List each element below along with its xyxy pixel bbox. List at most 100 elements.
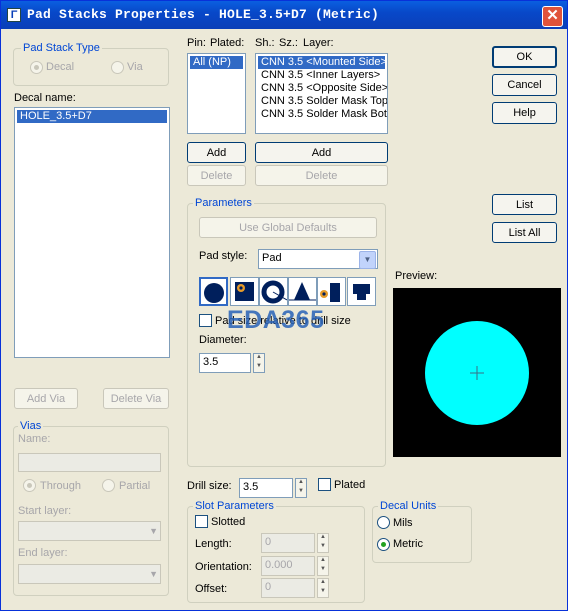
- decal-radio[interactable]: [30, 61, 43, 74]
- via-radio-label: Via: [127, 61, 143, 73]
- close-button[interactable]: ✕: [542, 6, 563, 27]
- offset-label: Offset:: [195, 583, 228, 595]
- chevron-down-icon: ▼: [149, 569, 158, 579]
- thermal-pad-button[interactable]: [347, 277, 376, 306]
- add-via-button[interactable]: Add Via: [14, 388, 78, 409]
- pad-preview-graphic: [425, 321, 529, 425]
- end-layer-label: End layer:: [18, 547, 68, 559]
- plated-label: Plated: [334, 479, 366, 491]
- thermal-pad-icon: [353, 284, 370, 300]
- list-item[interactable]: CNN 3.5 Solder Mask Top: [258, 95, 387, 108]
- through-radio-label: Through: [40, 480, 81, 492]
- via-name-input[interactable]: [18, 453, 161, 472]
- use-global-defaults-button[interactable]: Use Global Defaults: [199, 217, 377, 238]
- radio-dot-icon: [381, 542, 386, 547]
- chevron-up-icon: ▲: [320, 579, 326, 585]
- plated-header: Plated:: [210, 37, 245, 49]
- mils-radio[interactable]: [377, 516, 390, 529]
- pin-header: Pin:: [187, 37, 206, 49]
- decal-name-label: Decal name:: [14, 92, 76, 104]
- list-item[interactable]: CNN 3.5 <Inner Layers>: [258, 69, 385, 82]
- title-bar[interactable]: Γ Pad Stacks Properties - HOLE_3.5+D7 (M…: [1, 1, 567, 29]
- metric-radio[interactable]: [377, 538, 390, 551]
- chevron-down-icon: ▼: [256, 363, 262, 369]
- start-layer-select[interactable]: ▼: [18, 521, 161, 541]
- list-item[interactable]: CNN 3.5 Solder Mask Botto: [258, 108, 387, 121]
- pin-list[interactable]: All (NP): [187, 53, 246, 134]
- add-layer-button[interactable]: Add: [255, 142, 388, 163]
- oval-pad-icon: [289, 282, 316, 301]
- decal-units-title: Decal Units: [378, 500, 439, 512]
- round-pad-button[interactable]: [199, 277, 228, 306]
- chevron-down-icon: ▼: [320, 543, 326, 549]
- diameter-input[interactable]: 3.5: [199, 353, 251, 373]
- list-item[interactable]: CNN 3.5 <Mounted Side>: [258, 56, 387, 69]
- drill-size-stepper[interactable]: ▲ ▼: [295, 478, 307, 498]
- help-button[interactable]: Help: [492, 102, 557, 124]
- slotted-checkbox[interactable]: [195, 515, 208, 528]
- list-item[interactable]: HOLE_3.5+D7: [17, 110, 167, 123]
- length-input[interactable]: 0: [261, 533, 315, 553]
- sh-header: Sh.:: [255, 37, 275, 49]
- watermark-text: EDA365: [227, 306, 325, 334]
- pad-stack-type-title: Pad Stack Type: [21, 42, 102, 54]
- start-layer-label: Start layer:: [18, 505, 72, 517]
- oval-pad-button[interactable]: [288, 277, 317, 306]
- orientation-stepper[interactable]: ▲ ▼: [317, 556, 329, 576]
- window-title: Pad Stacks Properties - HOLE_3.5+D7 (Met…: [27, 7, 380, 22]
- offset-input[interactable]: 0: [261, 578, 315, 598]
- chevron-down-icon: ▼: [320, 588, 326, 594]
- mils-label: Mils: [393, 517, 413, 529]
- diameter-stepper[interactable]: ▲ ▼: [253, 353, 265, 373]
- annular-pad-button[interactable]: [259, 277, 288, 306]
- orientation-input[interactable]: 0.000: [261, 556, 315, 576]
- list-button[interactable]: List: [492, 194, 557, 215]
- close-icon: ✕: [546, 7, 559, 24]
- chevron-up-icon: ▲: [298, 479, 304, 485]
- offset-stepper[interactable]: ▲ ▼: [317, 578, 329, 598]
- annular-pad-icon: [261, 280, 287, 304]
- list-all-button[interactable]: List All: [492, 222, 557, 243]
- plated-checkbox[interactable]: [318, 478, 331, 491]
- chevron-up-icon: ▲: [320, 557, 326, 563]
- rectangle-pad-icon: [320, 283, 340, 302]
- parameters-title: Parameters: [193, 197, 254, 209]
- layer-list[interactable]: CNN 3.5 <Mounted Side> CNN 3.5 <Inner La…: [255, 53, 388, 134]
- radio-dot-icon: [34, 65, 39, 70]
- pad-relative-checkbox[interactable]: [199, 314, 212, 327]
- partial-radio[interactable]: [102, 479, 115, 492]
- list-item[interactable]: CNN 3.5 <Opposite Side>: [258, 82, 387, 95]
- square-pad-icon: [235, 282, 254, 301]
- ok-button[interactable]: OK: [492, 46, 557, 68]
- partial-radio-label: Partial: [119, 480, 151, 492]
- orientation-label: Orientation:: [195, 561, 252, 573]
- length-label: Length:: [195, 538, 232, 550]
- radio-dot-icon: [27, 483, 32, 488]
- metric-label: Metric: [393, 538, 423, 550]
- list-item[interactable]: All (NP): [190, 56, 243, 69]
- preview-canvas: [393, 288, 561, 457]
- layer-header: Layer:: [303, 37, 334, 49]
- chevron-down-icon: ▼: [149, 526, 158, 536]
- delete-via-button[interactable]: Delete Via: [103, 388, 169, 409]
- rectangle-pad-button[interactable]: [317, 277, 346, 306]
- via-radio[interactable]: [111, 61, 124, 74]
- chevron-down-icon: ▼: [298, 488, 304, 494]
- cancel-button[interactable]: Cancel: [492, 74, 557, 96]
- decal-name-list[interactable]: HOLE_3.5+D7: [14, 107, 170, 358]
- pad-style-select[interactable]: Pad ▼: [258, 249, 378, 269]
- length-stepper[interactable]: ▲ ▼: [317, 533, 329, 553]
- delete-layer-button[interactable]: Delete: [255, 165, 388, 186]
- end-layer-select[interactable]: ▼: [18, 564, 161, 584]
- chevron-up-icon: ▲: [256, 354, 262, 360]
- app-icon: Γ: [7, 8, 21, 22]
- add-pin-button[interactable]: Add: [187, 142, 246, 163]
- chevron-up-icon: ▲: [320, 534, 326, 540]
- slot-parameters-title: Slot Parameters: [193, 500, 276, 512]
- drill-size-input[interactable]: 3.5: [239, 478, 293, 498]
- pad-style-label: Pad style:: [199, 250, 248, 262]
- through-radio[interactable]: [23, 479, 36, 492]
- delete-pin-button[interactable]: Delete: [187, 165, 246, 186]
- square-pad-button[interactable]: [230, 277, 259, 306]
- diameter-label: Diameter:: [199, 334, 247, 346]
